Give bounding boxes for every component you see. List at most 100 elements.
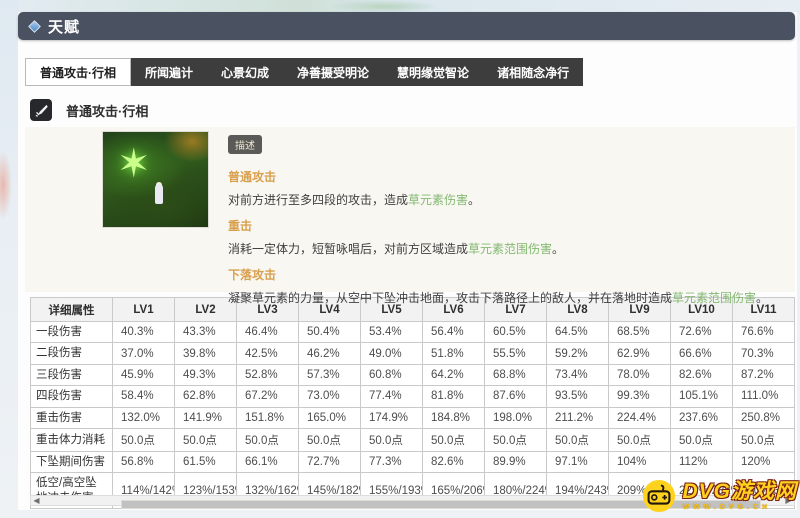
stat-value-cell: 52.8%	[236, 363, 299, 387]
attack-mode-heading: 下落攻击	[228, 268, 277, 282]
attack-mode-text: 凝聚草元素的力量，从空中下坠冲击地面，攻击下落路径上的敌人，并在落地时造成草元素…	[228, 291, 769, 305]
site-watermark: DVG游戏网 WWW.DVG.CN	[642, 479, 797, 513]
stat-row-label: 下坠期间伤害	[30, 450, 113, 474]
stat-value-cell: 62.8%	[174, 385, 237, 408]
talent-tab-inactive[interactable]: 诸相随念净行	[483, 58, 583, 86]
stat-value-cell: 211.2%	[546, 406, 609, 429]
stat-value-cell: 151.8%	[236, 406, 299, 429]
stat-row-label: 二段伤害	[30, 342, 113, 365]
stat-value-cell: 112%	[670, 450, 733, 474]
stat-value-cell: 40.3%	[112, 320, 175, 344]
stat-value-cell: 56.8%	[112, 450, 175, 474]
stat-value-cell: 50.0点	[484, 427, 547, 452]
stat-value-cell: 67.2%	[236, 385, 299, 408]
stat-value-cell: 37.0%	[112, 342, 175, 365]
stat-value-cell: 64.2%	[422, 363, 485, 387]
stat-value-cell: 50.0点	[422, 427, 485, 452]
stat-value-cell: 60.5%	[484, 320, 547, 344]
table-column-header: LV1	[112, 297, 175, 322]
normal-attack-sword-icon	[30, 99, 52, 121]
stat-value-cell: 78.0%	[608, 363, 671, 387]
page-background-left	[0, 0, 18, 518]
stat-row-label: 三段伤害	[30, 363, 113, 387]
stat-value-cell: 89.9%	[484, 450, 547, 474]
stat-value-cell: 66.1%	[236, 450, 299, 474]
stat-value-cell: 198.0%	[484, 406, 547, 429]
stat-value-cell: 82.6%	[422, 450, 485, 474]
stat-value-cell: 141.9%	[174, 406, 237, 429]
stat-value-cell: 105.1%	[670, 385, 733, 408]
stat-value-cell: 50.0点	[608, 427, 671, 452]
description-block: 重击 消耗一定体力，短暂咏唱后，对前方区域造成草元素范围伤害。	[228, 217, 768, 258]
skill-preview-thumbnail[interactable]: ✶	[102, 131, 209, 228]
diamond-icon	[28, 19, 41, 33]
watermark-subtitle: WWW.DVG.CN	[682, 504, 772, 511]
stat-value-cell: 46.4%	[236, 320, 299, 344]
stat-value-cell: 50.0点	[112, 427, 175, 452]
stat-value-cell: 97.1%	[546, 450, 609, 474]
stat-value-cell: 50.0点	[298, 427, 361, 452]
talent-tabbar: 普通攻击·行相 所闻遍计 心景幻成 净善摄受明论 慧明缘觉智论 诸相随念净行	[25, 58, 584, 86]
table-row: 重击伤害 132.0% 141.9% 151.8% 165.0% 174.9% 184.8%…	[30, 406, 795, 429]
stat-value-cell: 50.0点	[174, 427, 237, 452]
watermark-title: DVG游戏网	[682, 480, 797, 503]
stat-value-cell: 42.5%	[236, 342, 299, 365]
character-figure	[155, 184, 163, 204]
stat-value-cell: 58.4%	[112, 385, 175, 408]
talent-header-bar: 天赋	[18, 12, 795, 40]
stat-value-cell: 50.4%	[298, 320, 361, 344]
scroll-left-arrow[interactable]: ◀	[31, 496, 42, 505]
stat-value-cell: 55.5%	[484, 342, 547, 365]
stat-value-cell: 72.7%	[298, 450, 361, 474]
stat-value-cell: 104%	[608, 450, 671, 474]
stat-value-cell: 87.6%	[484, 385, 547, 408]
stat-value-cell: 73.0%	[298, 385, 361, 408]
element-damage-link[interactable]: 草元素范围伤害	[468, 242, 552, 256]
stat-value-cell: 62.9%	[608, 342, 671, 365]
stat-value-cell: 46.2%	[298, 342, 361, 365]
stat-value-cell: 50.0点	[670, 427, 733, 452]
stat-value-cell: 45.9%	[112, 363, 175, 387]
talent-tab-inactive[interactable]: 净善摄受明论	[283, 58, 383, 86]
stat-row-label: 重击体力消耗	[30, 427, 113, 452]
talent-tab-inactive[interactable]: 慧明缘觉智论	[383, 58, 483, 86]
stat-value-cell: 132.0%	[112, 406, 175, 429]
stat-value-cell: 81.8%	[422, 385, 485, 408]
stat-value-cell: 111.0%	[732, 385, 795, 408]
stat-value-cell: 39.8%	[174, 342, 237, 365]
stat-value-cell: 68.8%	[484, 363, 547, 387]
skill-description-panel: ✶ 描述 普通攻击 对前方进行至多四段的攻击，造成草元素伤害。 重击 消耗一定体…	[25, 127, 795, 305]
stat-value-cell: 77.4%	[360, 385, 423, 408]
stat-value-cell: 61.5%	[174, 450, 237, 474]
stat-value-cell: 50.0点	[546, 427, 609, 452]
description-badge: 描述	[228, 135, 262, 154]
attack-mode-text: 对前方进行至多四段的攻击，造成草元素伤害。	[228, 193, 481, 207]
element-damage-link[interactable]: 草元素伤害	[408, 193, 468, 207]
content-panel: 天赋 普通攻击·行相 所闻遍计 心景幻成 净善摄受明论 慧明缘觉智论 诸相随念净行 普通攻…	[18, 12, 797, 510]
stat-value-cell: 174.9%	[360, 406, 423, 429]
description-block: 普通攻击 对前方进行至多四段的攻击，造成草元素伤害。	[228, 168, 768, 209]
stat-value-cell: 237.6%	[670, 406, 733, 429]
stat-value-cell: 43.3%	[174, 320, 237, 344]
attack-mode-heading: 重击	[228, 219, 253, 233]
stat-value-cell: 66.6%	[670, 342, 733, 365]
dendro-star-icon: ✶	[117, 142, 151, 186]
talent-tab-inactive[interactable]: 所闻遍计	[131, 58, 207, 86]
talent-tab-active[interactable]: 普通攻击·行相	[25, 58, 131, 86]
table-row: 重击体力消耗 50.0点 50.0点 50.0点 50.0点 50.0点 50.0点 50.0…	[30, 427, 795, 452]
stat-row-label: 重击伤害	[30, 406, 113, 429]
talent-tab-inactive[interactable]: 心景幻成	[207, 58, 283, 86]
stat-value-cell: 120%	[732, 450, 795, 474]
attack-mode-text: 消耗一定体力，短暂咏唱后，对前方区域造成草元素范围伤害。	[228, 242, 565, 256]
stat-value-cell: 49.0%	[360, 342, 423, 365]
stat-value-cell: 50.0点	[732, 427, 795, 452]
stat-value-cell: 53.4%	[360, 320, 423, 344]
table-row: 下坠期间伤害 56.8% 61.5% 66.1% 72.7% 77.3% 82.6% 89.9…	[30, 450, 795, 474]
description-block: 下落攻击 凝聚草元素的力量，从空中下坠冲击地面，攻击下落路径上的敌人，并在落地时…	[228, 266, 768, 307]
background-smudge	[0, 150, 12, 220]
page-title: 天赋	[48, 18, 81, 36]
skill-description-content: 描述 普通攻击 对前方进行至多四段的攻击，造成草元素伤害。 重击 消耗一定体力，…	[209, 127, 782, 305]
stat-value-cell: 224.4%	[608, 406, 671, 429]
stat-value-cell: 93.5%	[546, 385, 609, 408]
element-damage-link[interactable]: 草元素范围伤害	[672, 291, 756, 305]
